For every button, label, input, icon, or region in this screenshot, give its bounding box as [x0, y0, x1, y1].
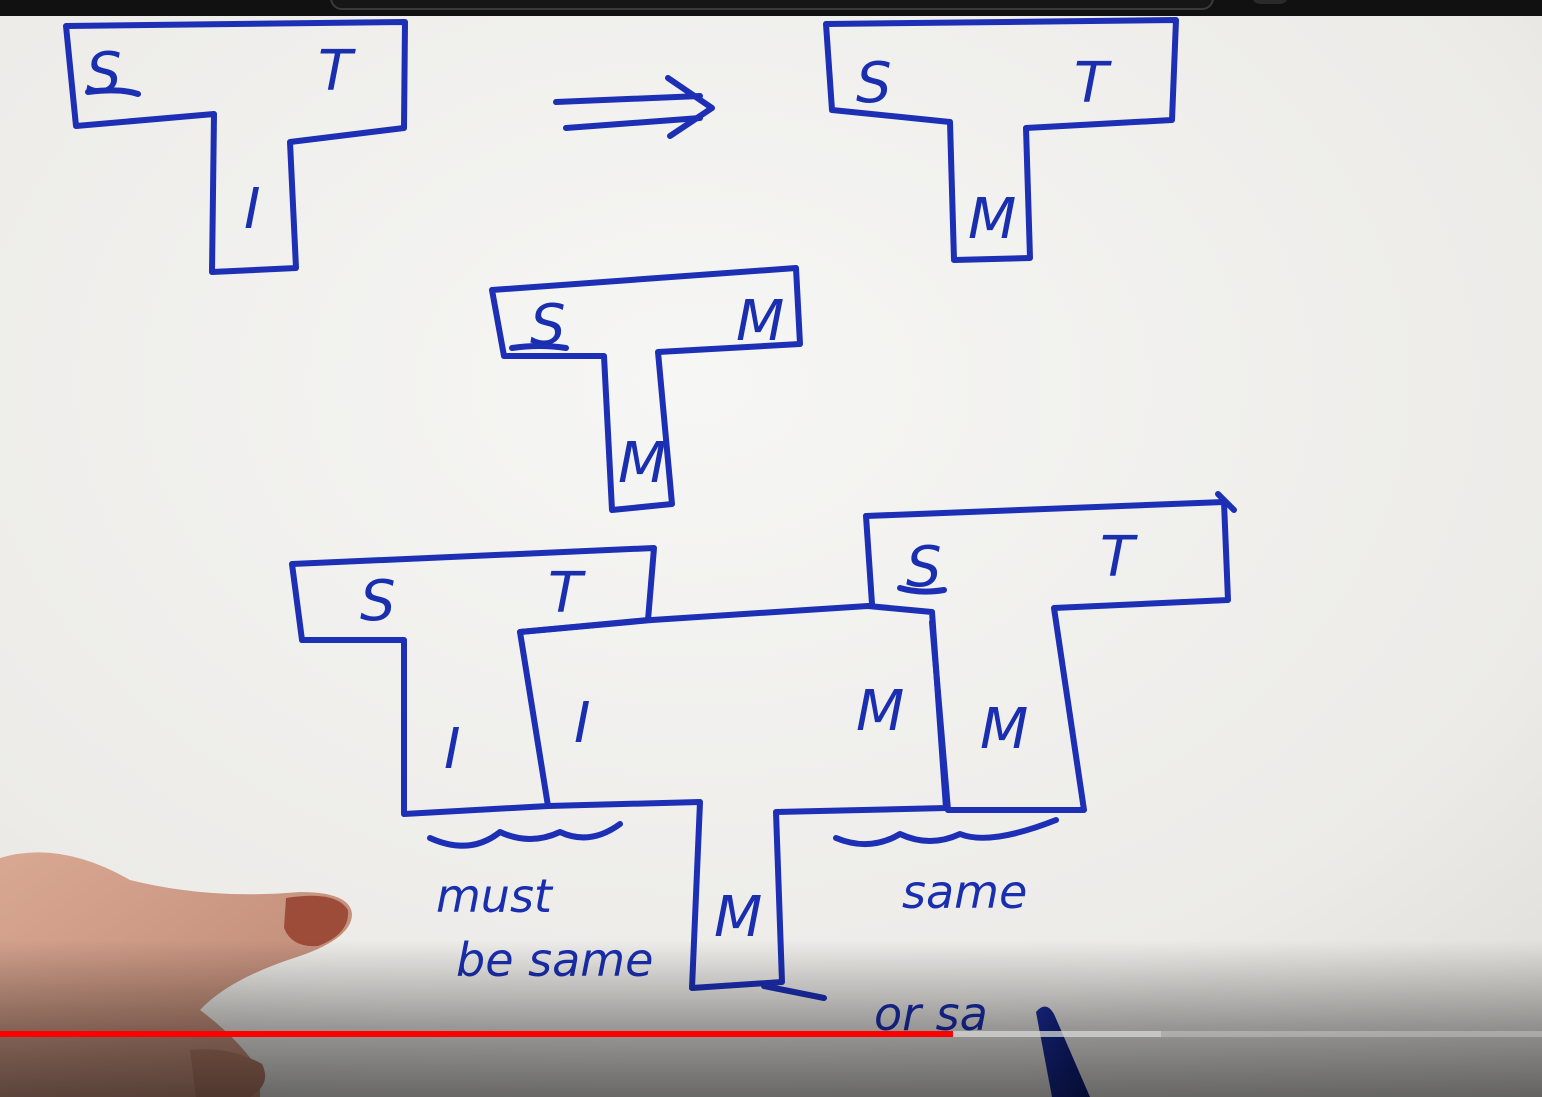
letter-bottom-right-s: S — [906, 535, 942, 600]
video-frame: S T I S T M S M M S T I I M M S T M ⟹ mu… — [0, 0, 1542, 1097]
letter-middle-s: S — [530, 293, 566, 358]
progress-played — [0, 1031, 953, 1037]
letter-top-right-t: T — [1074, 51, 1112, 116]
letter-top-left-t: T — [318, 39, 356, 104]
letter-top-right-s: S — [856, 51, 892, 116]
note-be-same: be same — [456, 933, 653, 987]
letter-top-right-m: M — [968, 187, 1016, 252]
note-same: same — [902, 865, 1027, 919]
letter-bottom-left-s: S — [360, 569, 396, 634]
video-player[interactable]: S T I S T M S M M S T I I M M S T M ⟹ mu… — [0, 0, 1542, 1097]
note-must-label: must — [436, 869, 554, 923]
top-control[interactable] — [1252, 0, 1288, 4]
top-bar — [0, 0, 1542, 16]
letter-bottom-right-t: T — [1100, 525, 1138, 590]
letter-bottom-center-i: I — [574, 691, 591, 756]
letter-bottom-right-m: M — [980, 697, 1028, 762]
letter-bottom-center-m-right: M — [856, 679, 904, 744]
letter-bottom-left-t: T — [548, 561, 586, 626]
letter-bottom-left-i: I — [444, 717, 461, 782]
title-pill — [330, 0, 1214, 10]
letter-middle-m-right: M — [736, 289, 784, 354]
progress-bar[interactable] — [0, 1031, 1542, 1037]
letter-top-left-i: I — [244, 177, 261, 242]
letter-bottom-center-m-stem: M — [714, 885, 762, 950]
letter-middle-m-stem: M — [618, 431, 666, 496]
letter-top-left-s: S — [86, 41, 122, 106]
